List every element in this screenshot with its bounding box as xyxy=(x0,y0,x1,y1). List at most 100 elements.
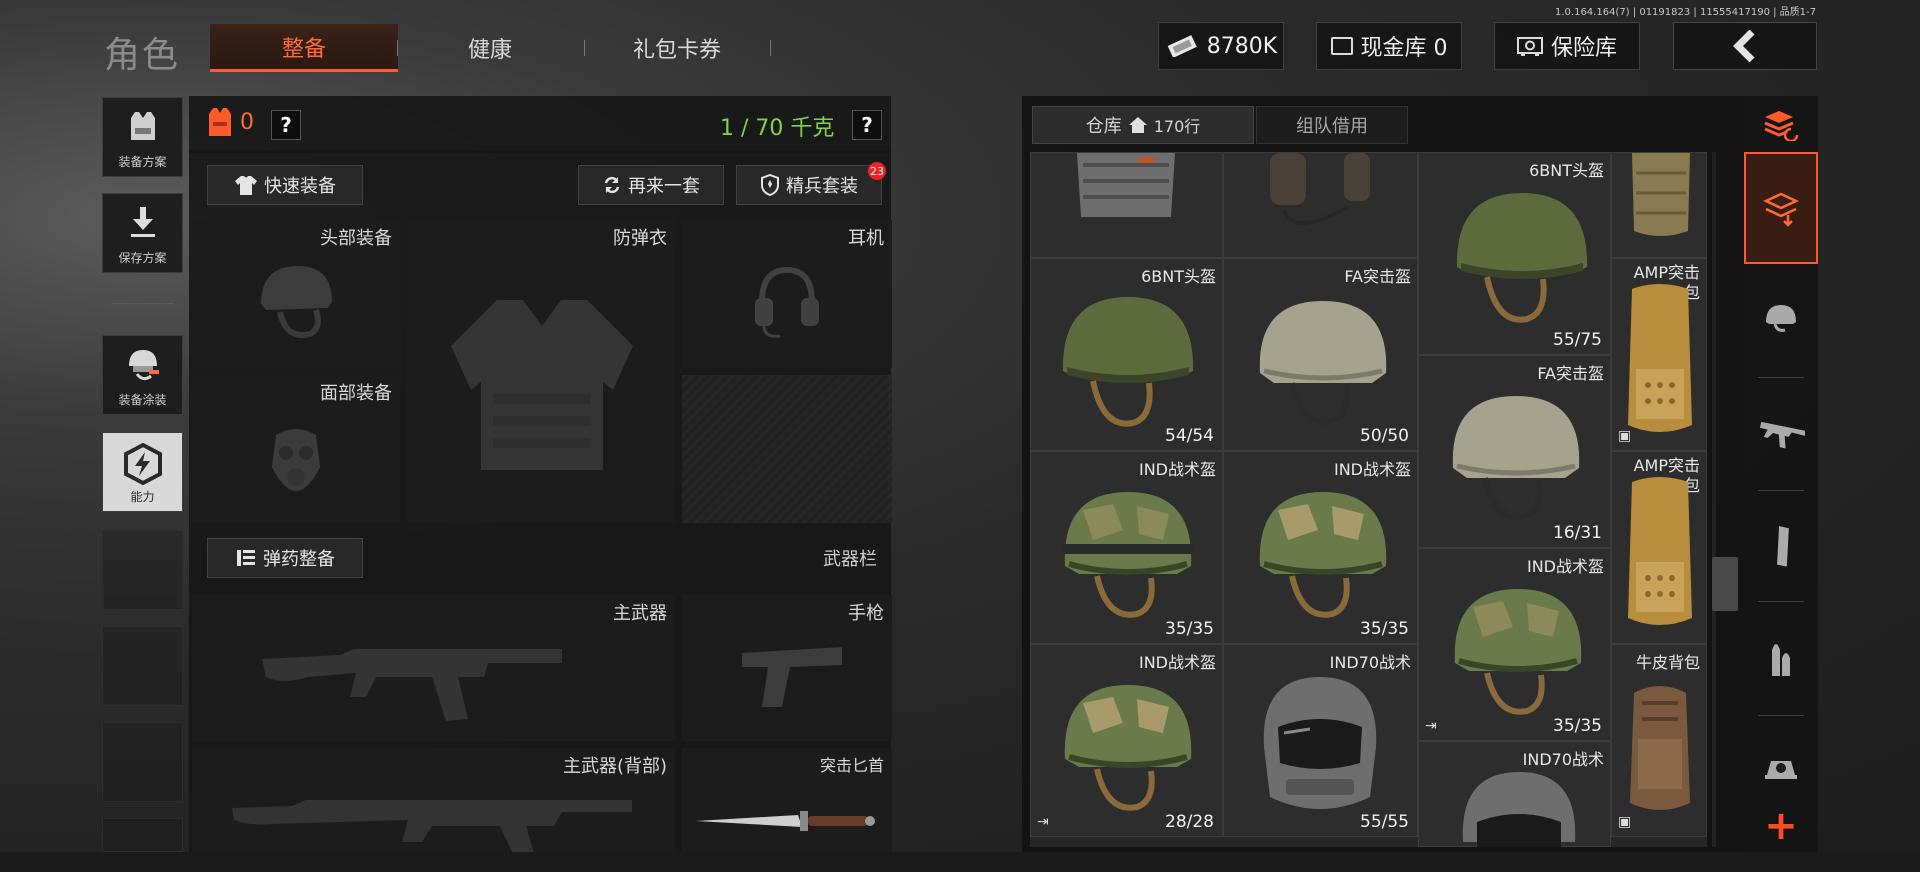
loadout-plan-button[interactable]: 装备方案 xyxy=(102,97,183,177)
inventory-item[interactable]: AMP突击包 xyxy=(1611,451,1707,644)
item-durability: 35/35 xyxy=(1553,716,1602,736)
inventory-item[interactable]: IND70战术 55/55 xyxy=(1223,644,1418,837)
empty-slot xyxy=(102,530,183,610)
inventory-item[interactable] xyxy=(1611,152,1707,258)
inventory-item[interactable]: 6BNT头盔 55/75 xyxy=(1418,152,1611,355)
sidebar-item-label: 能力 xyxy=(130,490,155,504)
primary-weapon-slot[interactable]: 主武器 xyxy=(192,595,675,741)
tab-warehouse[interactable]: 仓库 170行 xyxy=(1032,106,1254,144)
bullet-icon xyxy=(1766,636,1796,680)
category-all-button[interactable] xyxy=(1744,152,1818,264)
helmet-item-icon xyxy=(1053,480,1203,630)
weight-display: 1 / 70 千克 xyxy=(720,116,835,141)
scrollbar-thumb[interactable] xyxy=(1712,557,1738,611)
inventory-item[interactable]: IND战术盔 35/35 xyxy=(1223,451,1418,644)
paint-helmet-icon xyxy=(123,346,163,384)
back-button[interactable] xyxy=(1673,22,1817,70)
back-weapon-slot[interactable]: 主武器(背部) xyxy=(192,748,675,852)
inventory-item[interactable]: AMP突击包 ▣ xyxy=(1611,258,1707,451)
slot-label: 面部装备 xyxy=(320,383,392,404)
item-name: IND战术盔 xyxy=(1138,653,1216,672)
empty-slot xyxy=(102,626,183,706)
layers-sort-icon xyxy=(1762,189,1800,227)
ability-button[interactable]: 能力 xyxy=(102,432,183,512)
item-durability: 28/28 xyxy=(1165,812,1214,832)
helmet-item-icon xyxy=(1248,287,1398,437)
headset-item-icon xyxy=(1264,153,1380,243)
head-gear-slot[interactable]: 头部装备 xyxy=(192,220,400,368)
vest-placeholder-icon xyxy=(437,290,647,480)
tab-separator xyxy=(584,40,585,56)
inventory-item[interactable]: 牛皮背包 ▣ xyxy=(1611,644,1707,837)
cash-vault-button[interactable]: 现金库 0 xyxy=(1316,22,1462,70)
inventory-item[interactable]: FA突击盔 50/50 xyxy=(1223,258,1418,451)
inventory-item[interactable]: IND70战术 xyxy=(1418,741,1611,847)
slot-label: 主武器(背部) xyxy=(562,756,667,777)
sidebar-divider xyxy=(112,303,174,304)
helmet-item-icon xyxy=(1447,183,1597,333)
inventory-item[interactable]: IND战术盔 28/28 ⇥ xyxy=(1030,644,1223,837)
inventory-item[interactable] xyxy=(1030,152,1223,258)
quick-equip-button[interactable]: 快速装备 xyxy=(207,165,363,205)
inventory-item[interactable]: IND战术盔 35/35 xyxy=(1030,451,1223,644)
tab-warehouse-label: 仓库 xyxy=(1085,116,1122,137)
item-name: FA突击盔 xyxy=(1537,364,1604,383)
item-name: IND战术盔 xyxy=(1333,460,1411,479)
armor-vest-icon xyxy=(206,106,234,138)
inventory-item[interactable]: IND战术盔 35/35 ⇥ xyxy=(1418,548,1611,741)
ammo-prep-label: 弹药整备 xyxy=(263,549,335,570)
divider xyxy=(189,150,891,153)
add-category-button[interactable]: + xyxy=(1744,806,1818,846)
chevron-left-icon xyxy=(1730,30,1760,62)
save-plan-button[interactable]: 保存方案 xyxy=(102,193,183,273)
category-magazine-button[interactable] xyxy=(1744,516,1818,576)
weight-help-button[interactable]: ? xyxy=(852,110,882,140)
case-icon: ▣ xyxy=(1618,814,1632,830)
elite-set-label: 精兵套装 xyxy=(786,176,858,197)
category-helmet-button[interactable] xyxy=(1744,286,1818,350)
download-icon xyxy=(125,204,161,240)
tab-separator xyxy=(770,40,771,56)
reroll-button[interactable]: 再来一套 xyxy=(578,165,724,205)
elite-set-button[interactable]: 精兵套装 xyxy=(736,165,882,205)
item-durability: 16/31 xyxy=(1553,523,1602,543)
tab-gift-coupons[interactable]: 礼包卡券 xyxy=(586,24,768,72)
slot-label: 头部装备 xyxy=(320,228,392,249)
scrollbar-track[interactable] xyxy=(1712,152,1716,847)
bottom-bar xyxy=(0,852,1920,872)
currency-amount: 8780K xyxy=(1206,33,1278,59)
rifle-placeholder-icon xyxy=(262,625,562,725)
helmet-icon xyxy=(1763,302,1799,334)
sidebar-item-label: 装备方案 xyxy=(118,155,167,169)
scope-icon xyxy=(1763,753,1799,783)
version-text: 1.0.164.164(7) | 01191823 | 11555417190 … xyxy=(1555,7,1816,18)
item-durability: 55/55 xyxy=(1360,812,1409,832)
body-armor-slot[interactable]: 防弹衣 xyxy=(407,220,675,523)
tab-health[interactable]: 健康 xyxy=(398,24,582,72)
warehouse-grid: 6BNT头盔 55/75 6BNT头盔 54/54 FA突击盔 50/50 AM… xyxy=(1030,152,1707,847)
inventory-item[interactable] xyxy=(1223,152,1418,258)
category-attachment-button[interactable] xyxy=(1744,740,1818,796)
sidebar-item-label: 装备涂装 xyxy=(118,393,167,407)
item-name: 6BNT头盔 xyxy=(1141,267,1216,286)
tab-team-borrow[interactable]: 组队借用 xyxy=(1256,106,1408,144)
backpack-item-icon xyxy=(1626,153,1696,239)
sort-stack-button[interactable] xyxy=(1744,104,1818,144)
gear-paint-button[interactable]: 装备涂装 xyxy=(102,335,183,415)
tab-loadout[interactable]: 整备 xyxy=(210,24,398,72)
face-gear-slot[interactable]: 面部装备 xyxy=(192,375,400,523)
category-rifle-button[interactable] xyxy=(1744,404,1818,464)
safe-icon xyxy=(1516,36,1543,56)
pistol-slot[interactable]: 手枪 xyxy=(682,595,892,741)
ammo-prep-button[interactable]: 弹药整备 xyxy=(207,538,363,578)
category-ammo-button[interactable] xyxy=(1744,628,1818,688)
page-title: 角色 xyxy=(104,35,181,76)
gas-mask-placeholder-icon xyxy=(258,421,334,497)
pistol-placeholder-icon xyxy=(738,637,848,711)
armor-help-button[interactable]: ? xyxy=(271,110,301,140)
inventory-item[interactable]: 6BNT头盔 54/54 xyxy=(1030,258,1223,451)
insurance-vault-button[interactable]: 保险库 xyxy=(1494,22,1640,70)
inventory-item[interactable]: FA突击盔 16/31 xyxy=(1418,355,1611,548)
knife-slot[interactable]: 突击匕首 xyxy=(682,748,892,852)
headset-slot[interactable]: 耳机 xyxy=(682,220,892,368)
